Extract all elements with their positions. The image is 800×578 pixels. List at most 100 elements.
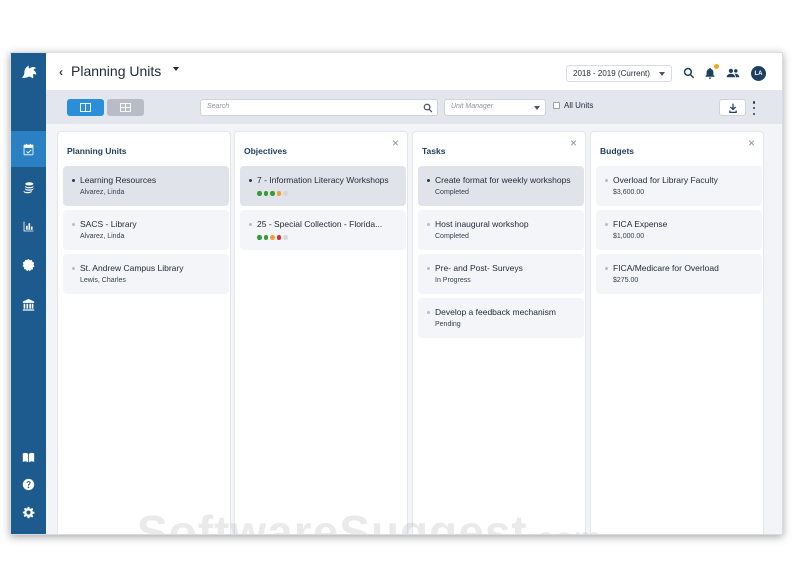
bullet-icon (72, 267, 75, 270)
download-icon (728, 103, 737, 113)
budgets-column: Budgets × Overload for Library Faculty $… (590, 131, 764, 534)
close-icon[interactable]: × (570, 137, 577, 149)
task-status: Completed (435, 233, 469, 240)
budget-card[interactable]: FICA Expense $1,000.00 (596, 210, 762, 250)
card-title: Develop a feedback mechanism (435, 307, 556, 317)
card-title: Learning Resources (80, 175, 157, 185)
search-icon[interactable] (423, 103, 433, 113)
avatar[interactable]: LA (751, 66, 766, 81)
planning-unit-card[interactable]: Learning Resources Alvarez, Linda (63, 166, 229, 206)
watermark: SoftwareSuggest.com (137, 505, 602, 535)
card-title: St. Andrew Campus Library (80, 263, 184, 273)
status-dot (263, 235, 268, 240)
status-dot (263, 191, 268, 196)
search-icon[interactable] (683, 66, 697, 80)
search-input[interactable]: Search (200, 99, 438, 116)
objective-card[interactable]: 25 - Special Collection - Florida... (240, 210, 406, 250)
task-card[interactable]: Develop a feedback mechanism Pending (418, 298, 584, 338)
year-select[interactable]: 2018 - 2019 (Current) (566, 65, 672, 82)
grid-icon (120, 103, 131, 112)
app-logo[interactable] (16, 59, 41, 84)
budget-card[interactable]: Overload for Library Faculty $3,600.00 (596, 166, 762, 206)
watermark-suffix: .com (528, 522, 602, 534)
users-icon[interactable] (726, 66, 742, 80)
book-icon (22, 452, 35, 462)
bullet-icon (427, 179, 430, 182)
bell-icon[interactable] (704, 64, 719, 80)
watermark-main: SoftwareSuggest (137, 506, 528, 535)
task-card[interactable]: Create format for weekly workshops Compl… (418, 166, 584, 206)
toolbar: Search Unit Manager All Units (46, 91, 782, 124)
task-status: Pending (435, 321, 461, 328)
column-title: Objectives (244, 146, 287, 156)
title-dropdown-icon[interactable] (173, 67, 179, 71)
sidebar-item-outcomes[interactable] (11, 247, 46, 283)
column-title: Budgets (600, 146, 634, 156)
status-indicator (257, 235, 288, 240)
status-indicator (257, 191, 288, 196)
help-icon (22, 478, 35, 490)
card-title: 25 - Special Collection - Florida... (257, 219, 383, 229)
back-chevron-icon[interactable]: ‹ (59, 65, 63, 79)
close-icon[interactable]: × (392, 137, 399, 149)
header: ‹ Planning Units 2018 - 2019 (Current) L… (46, 53, 782, 91)
budget-amount: $275.00 (613, 277, 639, 284)
bullet-icon (427, 223, 430, 226)
unit-manager-placeholder: Unit Manager (451, 103, 494, 110)
unit-manager-select[interactable]: Unit Manager (444, 99, 546, 116)
sidebar-item-settings[interactable] (11, 494, 46, 530)
card-owner: Alvarez, Linda (80, 233, 125, 240)
bullet-icon (605, 267, 608, 270)
sidebar (11, 53, 46, 534)
objectives-column: Objectives × 7 - Information Literacy Wo… (234, 131, 408, 534)
sidebar-item-budgets[interactable] (11, 169, 46, 205)
bank-icon (22, 298, 35, 311)
budget-card[interactable]: FICA/Medicare for Overload $275.00 (596, 254, 762, 294)
calendar-check-icon (23, 143, 34, 155)
status-dot (270, 235, 275, 240)
grid-view-button[interactable] (107, 99, 144, 116)
status-dot (257, 191, 262, 196)
app-window: ‹ Planning Units 2018 - 2019 (Current) L… (10, 52, 783, 535)
task-card[interactable]: Pre- and Post- Surveys In Progress (418, 254, 584, 294)
all-units-checkbox[interactable] (553, 102, 560, 109)
download-button[interactable] (719, 99, 746, 116)
notification-dot (714, 64, 719, 69)
card-title: 7 - Information Literacy Workshops (257, 175, 389, 185)
columns-icon (80, 103, 91, 112)
task-card[interactable]: Host inaugural workshop Completed (418, 210, 584, 250)
bullet-icon (249, 223, 252, 226)
objective-card[interactable]: 7 - Information Literacy Workshops (240, 166, 406, 206)
bar-chart-icon (23, 221, 34, 231)
planning-unit-card[interactable]: SACS - Library Alvarez, Linda (63, 210, 229, 250)
year-select-value: 2018 - 2019 (Current) (573, 69, 650, 78)
status-dot (257, 235, 262, 240)
planning-units-column: Planning Units Learning Resources Alvare… (57, 131, 231, 534)
bullet-icon (72, 223, 75, 226)
sidebar-item-reports[interactable] (11, 208, 46, 244)
chevron-down-icon (534, 106, 540, 110)
planning-unit-card[interactable]: St. Andrew Campus Library Lewis, Charles (63, 254, 229, 294)
all-units-toggle[interactable]: All Units (553, 101, 593, 110)
sidebar-item-institution[interactable] (11, 286, 46, 322)
bullet-icon (427, 311, 430, 314)
column-view-button[interactable] (67, 99, 104, 116)
coins-icon (23, 181, 34, 193)
card-title: FICA Expense (613, 219, 668, 229)
page-title[interactable]: Planning Units (71, 63, 161, 79)
budget-amount: $3,600.00 (613, 189, 645, 196)
status-dot (276, 191, 281, 196)
card-title: Host inaugural workshop (435, 219, 529, 229)
gear-icon (22, 506, 35, 518)
card-title: SACS - Library (80, 219, 137, 229)
sidebar-item-planning[interactable] (11, 131, 46, 167)
status-dot (283, 235, 288, 240)
tasks-column: Tasks × Create format for weekly worksho… (412, 131, 586, 534)
card-title: Pre- and Post- Surveys (435, 263, 523, 273)
card-owner: Alvarez, Linda (80, 189, 125, 196)
card-owner: Lewis, Charles (80, 277, 126, 284)
close-icon[interactable]: × (748, 137, 755, 149)
bullet-icon (605, 179, 608, 182)
budget-amount: $1,000.00 (613, 233, 645, 240)
more-options-icon[interactable] (750, 101, 758, 115)
